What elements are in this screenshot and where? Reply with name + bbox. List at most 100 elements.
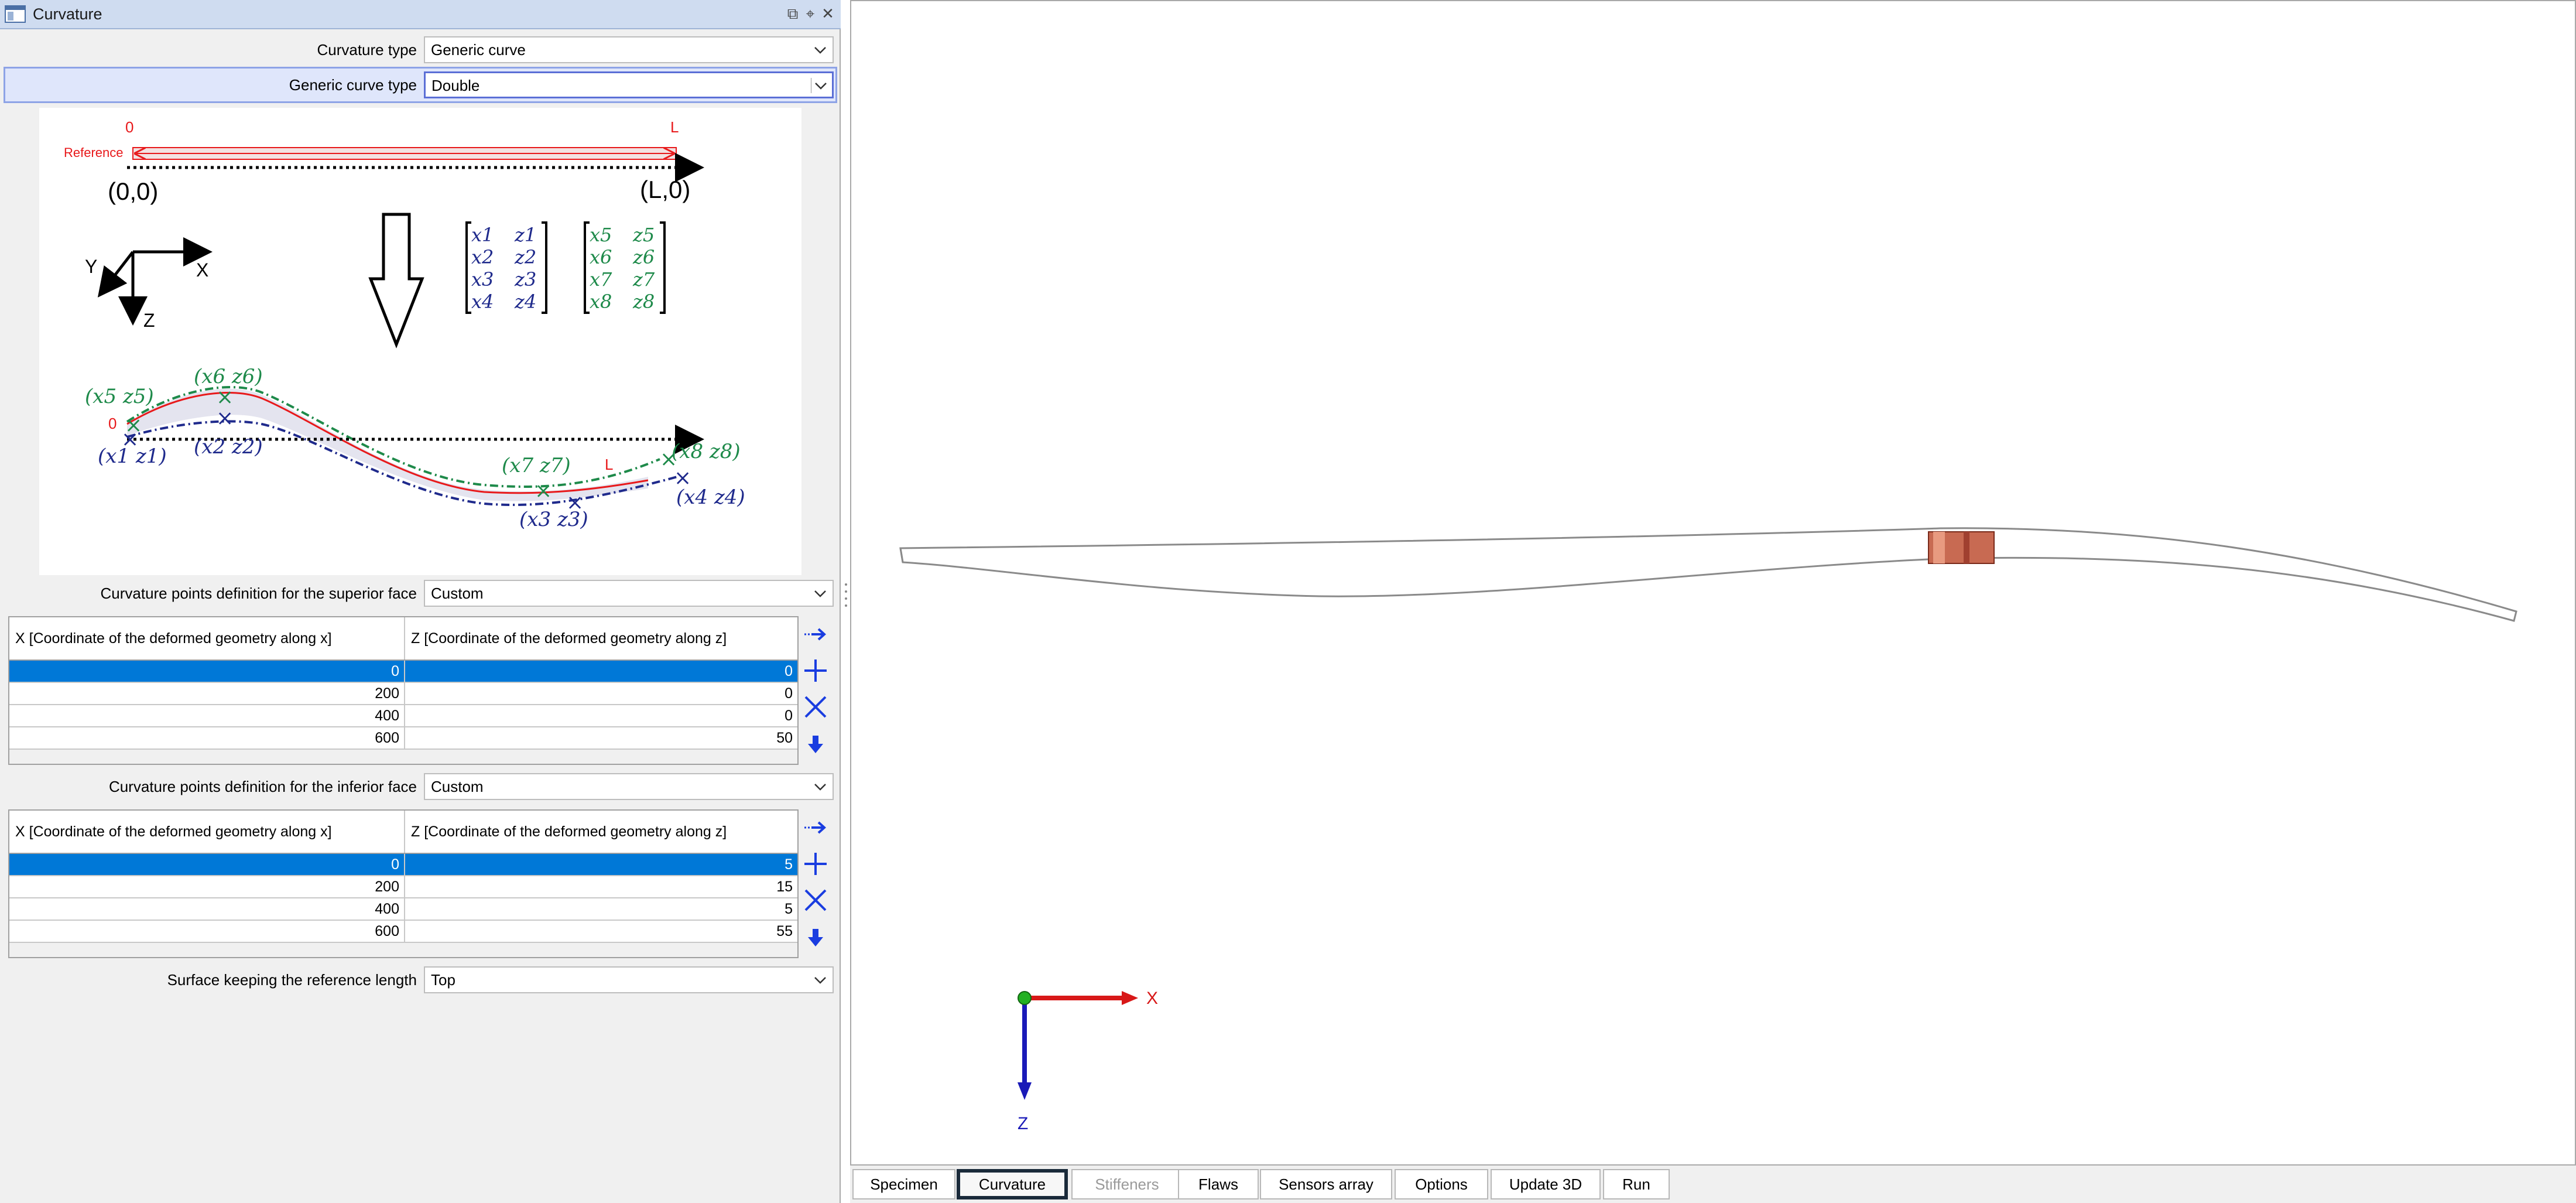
move-down-button[interactable] (802, 731, 829, 758)
cell-x[interactable]: 600 (9, 727, 405, 749)
column-header-z[interactable]: Z [Coordinate of the deformed geometry a… (405, 811, 797, 853)
schema-axis-z: Z (143, 310, 155, 331)
curvature-panel: Curvature ⧉ ⌖ ✕ Curvature type Generic c… (0, 0, 841, 1203)
cell-z[interactable]: 0 (405, 705, 797, 726)
point-label: (x3 z3) (519, 508, 588, 531)
cell-z[interactable]: 5 (405, 854, 797, 875)
cell-z[interactable]: 15 (405, 876, 797, 897)
cell-x[interactable]: 200 (9, 683, 405, 704)
close-icon[interactable]: ✕ (820, 4, 836, 23)
svg-text:×: × (535, 479, 552, 503)
generic-curve-type-value: Double (431, 77, 480, 94)
sensor-patch (1928, 531, 1995, 564)
curvature-schema-image: 0 L Reference (0,0) (L,0) X Y Z x1 z1 x2… (39, 108, 801, 575)
tab-specimen[interactable]: Specimen (852, 1169, 955, 1199)
chevron-down-icon (814, 590, 826, 597)
cell-z[interactable]: 5 (405, 898, 797, 920)
matrix-cell: z5 (632, 224, 655, 246)
table-row[interactable]: 200 0 (9, 683, 797, 705)
add-row-button[interactable] (802, 657, 829, 684)
matrix-cell: x2 (471, 246, 494, 268)
table-row[interactable]: 0 5 (9, 854, 797, 876)
append-row-button[interactable] (802, 621, 829, 648)
inferior-face-value: Custom (431, 778, 484, 795)
plus-icon (804, 853, 827, 875)
schema-end: (L,0) (640, 176, 690, 203)
superior-face-select[interactable]: Custom (424, 580, 834, 607)
arrow-right-dotted-icon (804, 821, 826, 834)
cell-x[interactable]: 400 (9, 898, 405, 920)
table-row[interactable]: 600 50 (9, 727, 797, 750)
column-header-x[interactable]: X [Coordinate of the deformed geometry a… (9, 811, 405, 853)
superior-points-table: X [Coordinate of the deformed geometry a… (8, 616, 799, 765)
schema-axis-x: X (196, 259, 208, 281)
delete-row-button[interactable] (802, 693, 829, 720)
column-header-x[interactable]: X [Coordinate of the deformed geometry a… (9, 617, 405, 659)
cell-x[interactable]: 0 (9, 854, 405, 875)
cell-x[interactable]: 200 (9, 876, 405, 897)
move-down-button[interactable] (802, 924, 829, 951)
matrix-cell: x5 (590, 224, 612, 246)
arrow-down-icon (808, 929, 823, 946)
add-row-button[interactable] (802, 850, 829, 877)
matrix-cell: z2 (514, 246, 536, 268)
inferior-face-select[interactable]: Custom (424, 773, 834, 800)
cell-x[interactable]: 400 (9, 705, 405, 726)
point-label: (x7 z7) (502, 454, 571, 477)
3d-viewport[interactable]: X Z (850, 0, 2576, 1166)
append-row-button[interactable] (802, 814, 829, 841)
table-row[interactable]: 400 5 (9, 898, 797, 921)
schema-label-0: 0 (125, 118, 133, 136)
cell-z[interactable]: 55 (405, 921, 797, 942)
schema-axis-y: Y (85, 256, 97, 277)
down-arrow-icon (368, 213, 424, 348)
table-row[interactable]: 200 15 (9, 876, 797, 898)
matrix-cell: x1 (471, 224, 494, 246)
table-row[interactable]: 400 0 (9, 705, 797, 727)
matrix-cell: z3 (514, 268, 536, 291)
pin-icon[interactable]: ⌖ (802, 4, 818, 23)
curvature-type-label: Curvature type (317, 41, 417, 59)
tab-run[interactable]: Run (1603, 1169, 1670, 1199)
superior-face-label: Curvature points definition for the supe… (100, 585, 417, 602)
bottom-tab-bar: Specimen Curvature Stiffeners Flaws Sens… (850, 1166, 2576, 1203)
tab-flaws[interactable]: Flaws (1178, 1169, 1259, 1199)
matrix-cell: x8 (590, 291, 612, 313)
cell-x[interactable]: 0 (9, 661, 405, 682)
point-label: (x1 z1) (98, 445, 167, 468)
curve-label-0: 0 (108, 415, 117, 432)
cell-z[interactable]: 0 (405, 683, 797, 704)
delete-row-button[interactable] (802, 887, 829, 914)
tab-curvature[interactable]: Curvature (957, 1169, 1068, 1199)
surface-keeping-value: Top (431, 971, 455, 989)
tab-update-3d[interactable]: Update 3D (1491, 1169, 1601, 1199)
splitter-handle[interactable] (843, 580, 849, 615)
view-axis-x-label: X (1146, 989, 1158, 1008)
curvature-type-select[interactable]: Generic curve (424, 36, 834, 63)
generic-curve-type-label: Generic curve type (289, 76, 417, 94)
surface-keeping-label: Surface keeping the reference length (167, 971, 417, 989)
table-row[interactable]: 600 55 (9, 921, 797, 943)
table-row[interactable]: 0 0 (9, 661, 797, 683)
curve-label-L: L (605, 456, 613, 473)
point-label: (x8 z8) (672, 440, 741, 463)
matrix-cell: z4 (514, 291, 536, 313)
tab-stiffeners: Stiffeners (1071, 1169, 1183, 1199)
generic-curve-type-select[interactable]: Double (424, 71, 834, 98)
point-label: (x5 z5) (85, 385, 154, 408)
svg-text:×: × (216, 406, 234, 430)
cell-z[interactable]: 0 (405, 661, 797, 682)
svg-text:×: × (216, 385, 234, 409)
float-window-icon[interactable]: ⧉ (785, 4, 801, 23)
cell-z[interactable]: 50 (405, 727, 797, 749)
matrix-cell: z8 (632, 291, 655, 313)
table-header: X [Coordinate of the deformed geometry a… (9, 617, 797, 661)
matrix-cell: x6 (590, 246, 612, 268)
column-header-z[interactable]: Z [Coordinate of the deformed geometry a… (405, 617, 797, 659)
cell-x[interactable]: 600 (9, 921, 405, 942)
chevron-down-icon (811, 78, 827, 93)
tab-options[interactable]: Options (1395, 1169, 1488, 1199)
specimen-shape (899, 527, 2517, 622)
tab-sensors-array[interactable]: Sensors array (1260, 1169, 1392, 1199)
surface-keeping-select[interactable]: Top (424, 966, 834, 993)
